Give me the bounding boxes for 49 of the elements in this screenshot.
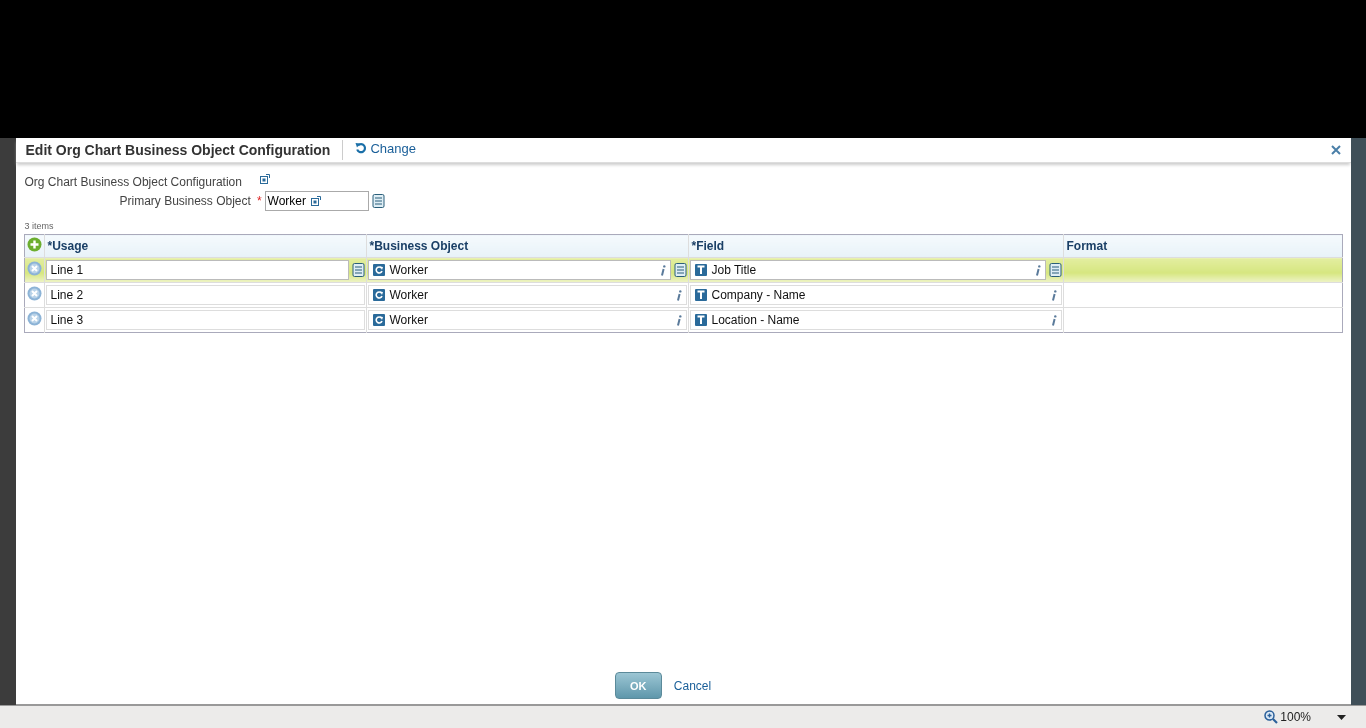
refresh-icon — [372, 314, 385, 326]
business-object-field[interactable]: Worker — [367, 260, 671, 280]
config-label: Org Chart Business Object Configuration — [24, 175, 242, 189]
zoom-icon[interactable] — [1264, 710, 1279, 724]
primary-field[interactable]: Worker — [264, 191, 369, 211]
usage-field[interactable]: Line 2 — [45, 285, 365, 305]
list-icon[interactable] — [351, 263, 365, 277]
close-button[interactable] — [1330, 145, 1341, 155]
dialog-title: Edit Org Chart Business Object Configuration — [25, 142, 331, 158]
info-icon[interactable] — [659, 264, 666, 276]
business-object-field[interactable]: Worker — [367, 285, 687, 305]
item-count: 3 items — [24, 221, 55, 231]
list-icon[interactable] — [371, 194, 385, 208]
usage-field[interactable]: Line 3 — [45, 310, 365, 330]
table-row[interactable]: Line 2 Worker Company - Name — [24, 282, 1342, 308]
external-link-icon[interactable] — [259, 174, 270, 184]
required-mark: * — [256, 194, 262, 208]
info-icon[interactable] — [1050, 289, 1057, 301]
column-header: *Usage — [47, 239, 89, 253]
text-type-icon — [694, 314, 707, 326]
undo-icon — [355, 142, 368, 154]
add-icon[interactable] — [26, 237, 42, 252]
field-value: Worker — [267, 194, 306, 208]
change-link[interactable]: Change — [355, 140, 416, 156]
zoom-level[interactable]: 100% — [1280, 710, 1311, 724]
refresh-icon — [372, 289, 385, 301]
list-icon[interactable] — [1048, 263, 1062, 277]
info-icon[interactable] — [675, 314, 682, 326]
column-header: Format — [1066, 239, 1108, 253]
field-field[interactable]: Company - Name — [689, 285, 1062, 305]
info-icon[interactable] — [1034, 264, 1041, 276]
text-type-icon — [694, 264, 707, 276]
column-header: *Field — [691, 239, 725, 253]
list-icon[interactable] — [673, 263, 687, 277]
dropdown-arrow-icon[interactable] — [1337, 714, 1346, 720]
external-link-icon[interactable] — [311, 196, 321, 206]
cancel-link[interactable]: Cancel — [673, 678, 712, 693]
primary-label: Primary Business Object — [119, 194, 251, 208]
usage-field[interactable]: Line 1 — [45, 260, 349, 280]
field-field[interactable]: Location - Name — [689, 310, 1062, 330]
info-icon[interactable] — [675, 289, 682, 301]
text-type-icon — [694, 289, 707, 301]
table-row[interactable]: Line 3 Worker Location - Name — [24, 307, 1342, 333]
field-field[interactable]: Job Title — [689, 260, 1046, 280]
table-row[interactable]: Line 1 Worker Job Title — [24, 257, 1342, 283]
refresh-icon — [372, 264, 385, 276]
business-object-field[interactable]: Worker — [367, 310, 687, 330]
info-icon[interactable] — [1050, 314, 1057, 326]
column-header: *Business Object — [369, 239, 469, 253]
